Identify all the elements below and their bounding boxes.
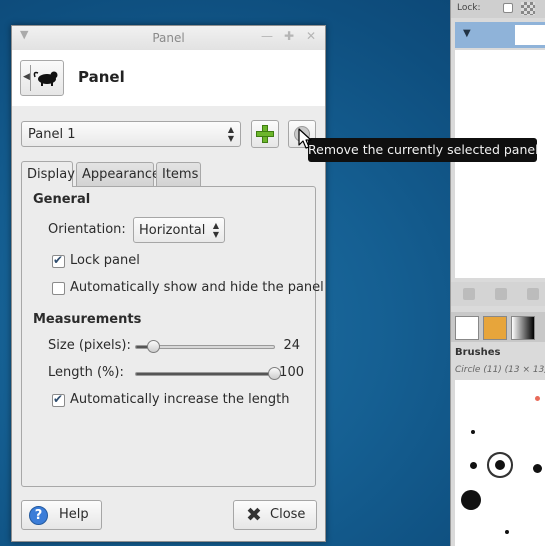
background-app-dock: Lock: ▼ Brushes Circle (11) (13 × 13) [450, 0, 545, 546]
layer-row[interactable]: ▼ [455, 22, 545, 48]
brush-preview[interactable] [533, 464, 542, 473]
size-value: 24 [283, 338, 300, 353]
tooltip: Remove the currently selected panel [308, 138, 539, 162]
size-slider-handle[interactable] [146, 340, 160, 353]
add-panel-button[interactable] [251, 120, 279, 148]
orientation-value: Horizontal [139, 223, 206, 238]
alpha-lock-icon[interactable] [521, 2, 535, 15]
tab-appearance[interactable]: Appearance [76, 162, 160, 186]
help-label: Help [59, 507, 89, 522]
lower-layer-icon[interactable] [527, 288, 539, 300]
new-layer-icon[interactable] [463, 288, 475, 300]
minimize-icon[interactable]: — [261, 29, 273, 43]
lock-label: Lock: [457, 3, 481, 13]
lock-panel-label[interactable]: Lock panel [70, 253, 140, 268]
brush-grid[interactable] [455, 380, 545, 546]
close-window-icon[interactable]: ✕ [306, 29, 316, 43]
plus-icon [256, 125, 274, 143]
brush-preview-selected[interactable] [495, 460, 505, 470]
panel-select[interactable]: Panel 1 ▲ ▼ [21, 121, 241, 147]
updown-icon: ▲ ▼ [227, 125, 234, 143]
brush-preview[interactable] [471, 430, 475, 434]
close-icon: ✖ [246, 504, 262, 526]
length-value: 100 [279, 365, 304, 380]
lock-row: Lock: [451, 0, 545, 18]
panel-app-icon: ◀ [20, 60, 64, 96]
layers-list-area [455, 50, 545, 278]
lock-panel-checkbox[interactable] [52, 253, 65, 268]
page-title: Panel [78, 68, 125, 86]
lock-checkbox[interactable] [503, 3, 513, 13]
brush-preview[interactable] [470, 462, 477, 469]
autohide-checkbox[interactable] [52, 282, 65, 295]
pattern-tab-icon[interactable] [483, 316, 507, 340]
brushes-label: Brushes [455, 347, 501, 358]
size-label: Size (pixels): [48, 338, 131, 353]
tab-items[interactable]: Items [156, 162, 201, 186]
close-button[interactable]: ✖ Close [233, 500, 317, 530]
dialog-header: ◀ Panel [12, 50, 325, 106]
brush-tab-icon[interactable] [455, 316, 479, 340]
gradient-tab-icon[interactable] [511, 316, 535, 340]
auto-increase-checkbox[interactable] [52, 392, 65, 407]
display-tab-panel: General Orientation: Horizontal ▲▼ Lock … [21, 186, 324, 487]
maximize-icon[interactable]: ✚ [284, 29, 294, 43]
window-title: Panel [152, 31, 185, 45]
help-button[interactable]: ? Help [21, 500, 102, 530]
general-heading: General [33, 192, 91, 207]
panel-preferences-dialog: ▼ Panel — ✚ ✕ ◀ Panel Panel 1 ▲ ▼ Display [11, 25, 326, 542]
visibility-icon[interactable]: ▼ [463, 28, 471, 39]
length-slider[interactable] [135, 367, 281, 380]
title-bar[interactable]: ▼ Panel — ✚ ✕ [12, 26, 325, 50]
orientation-select[interactable]: Horizontal ▲ ▼ [133, 217, 225, 243]
brush-info: Circle (11) (13 × 13) [455, 365, 545, 375]
updown-icon: ▲ ▼ [212, 221, 219, 239]
size-slider[interactable] [135, 340, 275, 353]
length-label: Length (%): [48, 365, 124, 380]
autohide-label[interactable]: Automatically show and hide the panel [70, 280, 324, 295]
tab-display[interactable]: Display [21, 161, 75, 187]
brush-preview[interactable] [505, 530, 509, 534]
close-label: Close [270, 507, 306, 522]
mouse-pointer-icon [298, 128, 312, 149]
length-slider-fill [136, 373, 274, 375]
brush-preview[interactable] [535, 396, 540, 401]
brush-preview[interactable] [461, 490, 481, 510]
layer-thumbnail [515, 25, 545, 45]
help-icon: ? [29, 506, 48, 525]
dock-tabs [451, 312, 545, 342]
panel-select-value: Panel 1 [28, 127, 76, 142]
auto-increase-label[interactable]: Automatically increase the length [70, 392, 290, 407]
raise-layer-icon[interactable] [495, 288, 507, 300]
layer-toolbar [451, 282, 545, 306]
measurements-heading: Measurements [33, 312, 142, 327]
orientation-label: Orientation: [48, 222, 126, 237]
